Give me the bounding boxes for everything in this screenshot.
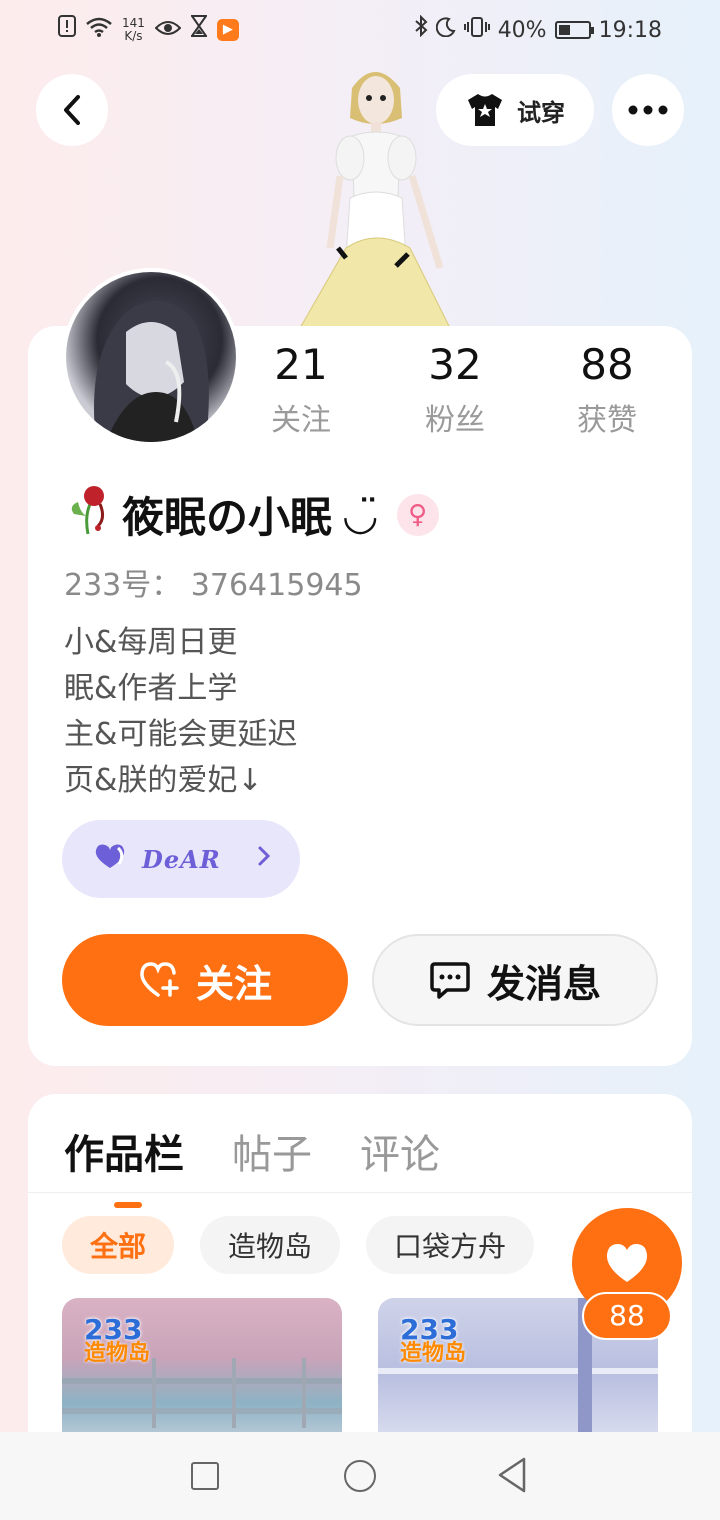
send-message-button[interactable]: 发消息 — [372, 934, 658, 1026]
avatar-3d-figure[interactable] — [290, 58, 460, 329]
bio-line: 主&可能会更延迟 — [64, 717, 298, 752]
tab-divider — [28, 1192, 692, 1193]
tab-posts[interactable]: 帖子 — [232, 1122, 312, 1180]
thumb-rail — [378, 1368, 658, 1374]
net-speed: 141 K/s — [122, 17, 145, 43]
stat-following-label: 关注 — [271, 403, 331, 438]
figure-drawing — [299, 72, 451, 329]
back-button[interactable] — [36, 74, 108, 146]
chat-bubble-icon — [430, 962, 470, 999]
stat-fans-label: 粉丝 — [425, 403, 485, 438]
game-logo: 233 造物岛 — [400, 1313, 467, 1366]
vibrate-icon — [463, 14, 490, 46]
battery-fill — [558, 25, 570, 35]
name-suffix: ◡̈ — [342, 490, 379, 539]
user-id[interactable]: 233号： 376415945 — [64, 560, 363, 604]
stat-fans[interactable]: 32 粉丝 — [390, 340, 520, 439]
stat-fans-value: 32 — [428, 340, 482, 389]
recent-apps-button[interactable] — [191, 1462, 219, 1490]
profile-avatar[interactable] — [62, 268, 240, 446]
status-bar: 141 K/s ▶ 40% 19:18 — [0, 0, 720, 60]
female-gender-icon: ♀ — [396, 493, 439, 536]
send-message-label: 发消息 — [486, 961, 601, 1006]
alert-icon — [58, 14, 76, 46]
shirt-icon — [468, 94, 502, 126]
app-notification-icon: ▶ — [216, 19, 239, 41]
game-logo-name: 造物岛 — [400, 1341, 467, 1366]
thumb-post — [232, 1358, 236, 1428]
follow-label: 关注 — [195, 961, 272, 1006]
name-row: 筱眠の小眠 ◡̈ ♀ — [64, 484, 439, 545]
game-logo-number: 233 — [400, 1313, 459, 1346]
home-button[interactable] — [344, 1460, 376, 1492]
chevron-right-icon — [257, 844, 271, 874]
system-back-button[interactable] — [496, 1456, 528, 1498]
tab-works[interactable]: 作品栏 — [64, 1122, 184, 1208]
wilted-rose-icon — [64, 484, 112, 545]
system-nav-bar — [0, 1432, 720, 1520]
back-arrow-icon — [64, 95, 80, 125]
moon-icon — [435, 14, 456, 46]
heart-icon — [606, 1244, 648, 1282]
follow-button[interactable]: 关注 — [62, 934, 348, 1026]
content-tabs: 作品栏 帖子 评论 — [64, 1122, 440, 1208]
avatar-image — [66, 272, 236, 442]
bio-line: 页&朕的爱妃↓ — [64, 763, 263, 798]
net-speed-unit: K/s — [124, 29, 143, 43]
tab-comments[interactable]: 评论 — [360, 1122, 440, 1180]
battery-icon — [554, 21, 594, 39]
thumb-post — [302, 1358, 306, 1428]
filter-pocket-ark[interactable]: 口袋方舟 — [366, 1216, 535, 1274]
heart-icon — [92, 842, 128, 877]
like-count: 88 — [582, 1292, 672, 1340]
try-on-label: 试穿 — [517, 98, 565, 127]
game-logo-number: 233 — [84, 1313, 143, 1346]
user-name: 筱眠の小眠 — [122, 493, 333, 542]
clock: 19:18 — [598, 17, 662, 43]
game-logo-name: 造物岛 — [84, 1341, 151, 1366]
status-right: 40% 19:18 — [414, 14, 662, 46]
eye-icon — [154, 14, 182, 46]
stat-following-value: 21 — [274, 340, 328, 389]
stat-likes[interactable]: 88 获赞 — [542, 340, 672, 439]
game-logo: 233 造物岛 — [84, 1313, 151, 1366]
dear-chip-label: DeAR — [142, 844, 221, 874]
more-dots-icon — [628, 105, 668, 115]
hourglass-icon — [189, 14, 208, 46]
stat-likes-value: 88 — [580, 340, 634, 389]
bio-line: 小&每周日更 — [64, 625, 238, 660]
filter-creation-island[interactable]: 造物岛 — [200, 1216, 341, 1274]
more-button[interactable] — [612, 74, 684, 146]
battery-percent: 40% — [497, 17, 547, 43]
bio-line: 眠&作者上学 — [64, 671, 238, 706]
bio: 小&每周日更 眠&作者上学 主&可能会更延迟 页&朕的爱妃↓ — [64, 620, 297, 804]
thumb-post — [152, 1358, 156, 1428]
back-triangle-icon — [498, 1457, 526, 1493]
thumb-rail — [62, 1408, 342, 1414]
work-thumbnail[interactable]: 233 造物岛 — [62, 1298, 342, 1448]
heart-plus-icon — [140, 962, 179, 997]
stat-likes-label: 获赞 — [577, 403, 637, 438]
bluetooth-icon — [414, 14, 428, 46]
filter-chips: 全部 造物岛 口袋方舟 — [62, 1216, 535, 1274]
dear-chip[interactable]: DeAR — [62, 820, 300, 898]
thumb-rail — [62, 1378, 342, 1384]
wifi-icon — [86, 14, 112, 46]
stat-following[interactable]: 21 关注 — [236, 340, 366, 439]
status-left: 141 K/s ▶ — [58, 14, 239, 46]
filter-all[interactable]: 全部 — [62, 1216, 175, 1274]
